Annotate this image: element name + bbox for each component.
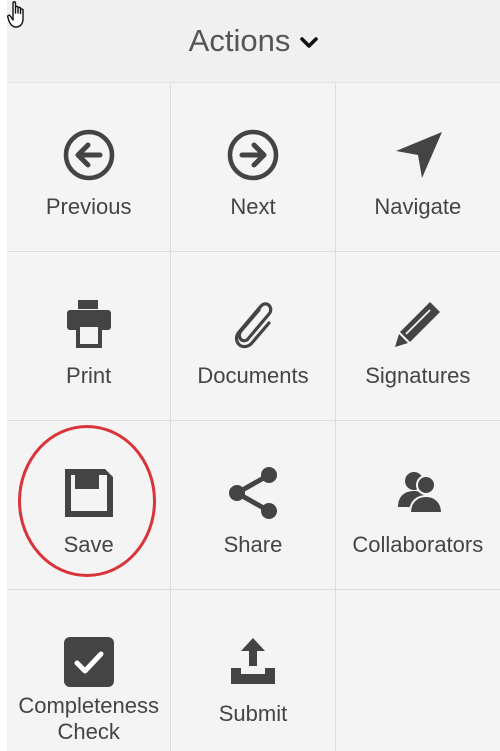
share-icon — [228, 467, 277, 519]
pencil-icon — [394, 302, 440, 347]
actions-row: Completeness Check Submit — [7, 590, 500, 751]
upload-icon — [230, 638, 275, 684]
printer-icon — [66, 300, 111, 348]
print-label: Print — [66, 363, 112, 388]
floppy-disk-icon — [64, 469, 113, 517]
next-label: Next — [230, 194, 276, 219]
empty-tile — [335, 590, 500, 751]
documents-button[interactable]: Documents — [171, 252, 336, 421]
save-label: Save — [63, 532, 114, 557]
actions-row: Previous Next Navigate — [7, 83, 500, 252]
collaborators-label: Collaborators — [352, 532, 484, 557]
users-icon — [397, 472, 443, 514]
signatures-label: Signatures — [365, 363, 471, 388]
location-arrow-icon — [395, 132, 442, 178]
previous-button[interactable]: Previous — [7, 83, 172, 252]
documents-label: Documents — [197, 363, 309, 388]
save-button[interactable]: Save — [7, 421, 172, 590]
navigate-button[interactable]: Navigate — [335, 83, 500, 252]
actions-row: Print Documents Signatures — [7, 252, 500, 421]
completeness-check-label: Completeness Check — [7, 693, 176, 745]
arrow-left-circle-icon — [63, 129, 114, 181]
previous-label: Previous — [45, 194, 132, 219]
hand-pointer-icon — [7, 1, 24, 28]
actions-dropdown-header[interactable]: Actions — [7, 0, 500, 83]
checkbox-icon — [63, 637, 114, 687]
share-button[interactable]: Share — [171, 421, 336, 590]
actions-title: Actions — [188, 23, 291, 58]
share-label: Share — [223, 532, 283, 557]
actions-row: Save Share Collaborators — [7, 421, 500, 590]
arrow-right-circle-icon — [227, 129, 279, 181]
completeness-check-label-line2: Check — [57, 719, 120, 744]
collaborators-button[interactable]: Collaborators — [335, 421, 500, 590]
completeness-check-button[interactable]: Completeness Check — [7, 590, 172, 751]
completeness-check-label-line1: Completeness — [18, 693, 159, 718]
submit-button[interactable]: Submit — [171, 590, 336, 751]
next-button[interactable]: Next — [171, 83, 336, 252]
actions-panel: Actions Previous Next Navigate Print Doc… — [7, 0, 500, 751]
paperclip-icon — [234, 302, 273, 349]
navigate-label: Navigate — [374, 194, 462, 219]
signatures-button[interactable]: Signatures — [335, 252, 500, 421]
chevron-down-icon — [300, 37, 319, 48]
actions-grid: Previous Next Navigate Print Documents S… — [7, 83, 500, 751]
print-button[interactable]: Print — [7, 252, 172, 421]
submit-label: Submit — [218, 701, 288, 726]
